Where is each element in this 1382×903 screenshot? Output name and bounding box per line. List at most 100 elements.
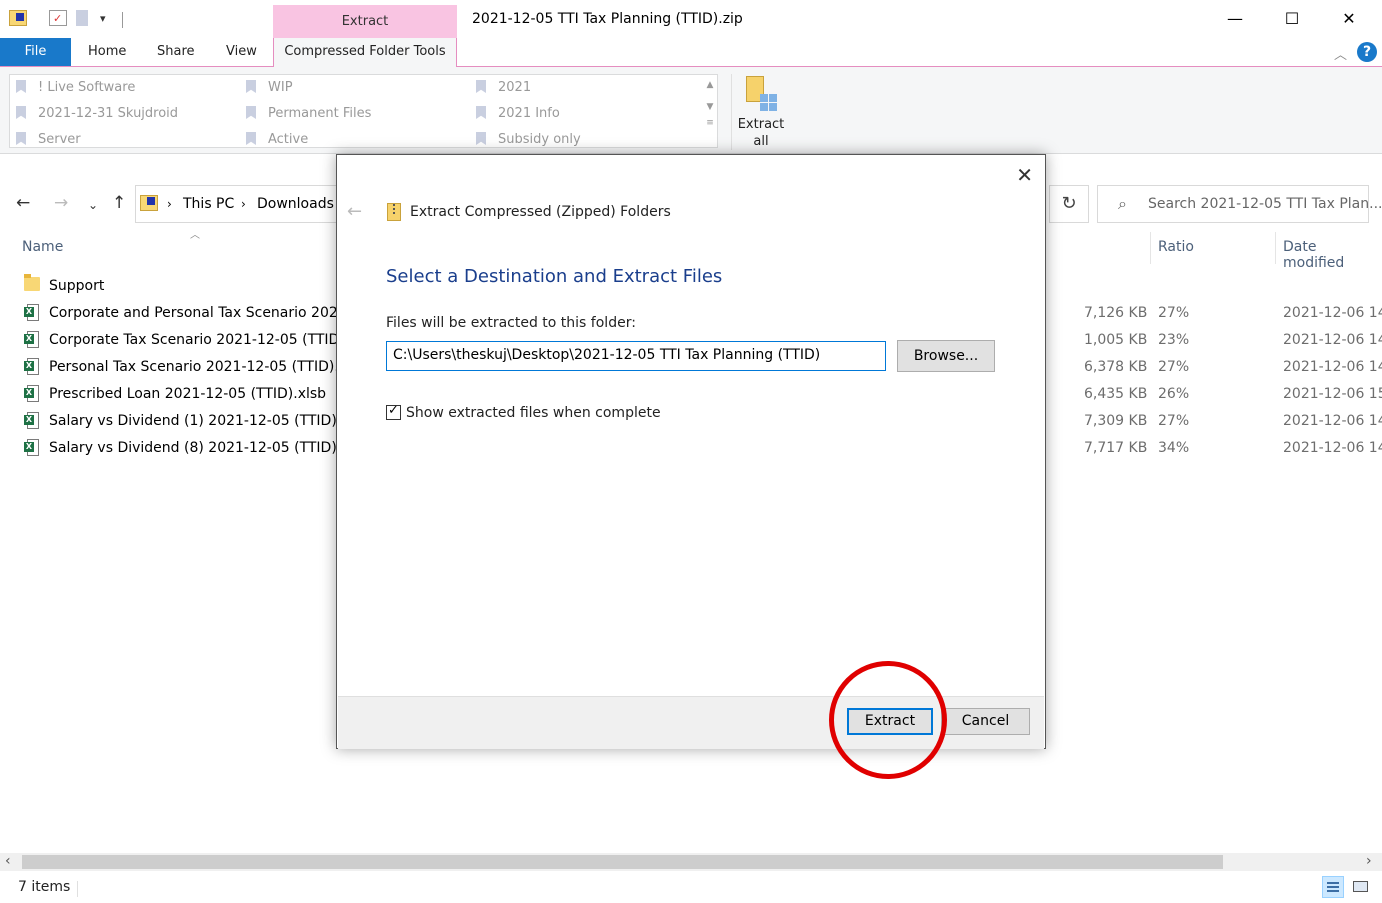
file-name: Support [49,278,105,294]
dialog-back-icon[interactable]: ← [347,201,362,222]
search-box[interactable]: ⌕ Search 2021-12-05 TTI Tax Plan... [1097,185,1382,223]
large-icons-view-icon[interactable] [1350,876,1372,898]
gallery-item[interactable]: Permanent Files [246,106,371,121]
extract-all-button[interactable]: Extract all [731,74,790,150]
recent-locations-icon[interactable]: ⌄ [88,198,98,212]
scroll-left-icon[interactable]: ‹ [5,853,11,869]
file-size: 6,435 KB [1084,386,1148,402]
app-icon[interactable] [9,10,27,26]
file-name: Corporate and Personal Tax Scenario 2021… [49,305,361,321]
file-size: 7,717 KB [1084,440,1148,456]
pin-icon [246,106,256,119]
file-ratio: 23% [1158,332,1190,348]
refresh-button[interactable]: ↻ [1049,185,1089,223]
horizontal-scrollbar[interactable]: ‹ › [0,853,1382,871]
pin-icon [476,106,486,119]
file-ratio: 27% [1158,305,1190,321]
details-view-icon[interactable] [1322,876,1344,898]
pin-icon [476,132,486,145]
file-ratio: 27% [1158,359,1190,375]
cancel-button[interactable]: Cancel [941,708,1030,735]
scrollbar-thumb[interactable] [22,855,1223,869]
show-files-checkbox[interactable] [386,403,401,420]
scroll-right-icon[interactable]: › [1366,853,1372,869]
scroll-up-icon[interactable]: ▲ [703,80,717,90]
folder-icon [24,274,40,291]
file-name: Corporate Tax Scenario 2021-12-05 (TTID)… [49,332,358,348]
file-name: Personal Tax Scenario 2021-12-05 (TTID).… [49,359,359,375]
dialog-close-icon[interactable]: ✕ [1016,163,1033,187]
gallery-item-label: 2021 Info [498,106,560,121]
gallery-item[interactable]: 2021 Info [476,106,560,121]
gallery-item[interactable]: 2021-12-31 Skujdroid [16,106,178,121]
column-header-ratio[interactable]: Ratio [1158,239,1194,255]
breadcrumb-this-pc[interactable]: This PC [183,196,234,212]
excel-file-icon [24,412,40,429]
minimize-button[interactable]: — [1212,4,1258,34]
zip-folder-icon [140,195,158,211]
file-size: 7,309 KB [1084,413,1148,429]
gallery-more-icon[interactable]: ≡ [703,118,717,128]
extract-all-icon [746,76,777,112]
excel-file-icon [24,331,40,348]
file-size: 6,378 KB [1084,359,1148,375]
address-bar[interactable]: › This PC › Downloads [135,185,355,223]
contextual-group-header: Extract [273,5,457,38]
tab-compressed-folder-tools[interactable]: Compressed Folder Tools [273,38,457,67]
gallery-item-label: Subsidy only [498,132,581,147]
pin-icon [246,80,256,93]
gallery-item[interactable]: WIP [246,80,293,95]
gallery-item-label: WIP [268,80,293,95]
column-header-date[interactable]: Date modified [1283,239,1382,271]
browse-button[interactable]: Browse... [897,340,995,372]
breadcrumb-downloads[interactable]: Downloads [257,196,334,212]
close-button[interactable]: ✕ [1326,4,1372,34]
destination-path-input[interactable]: C:\Users\theskuj\Desktop\2021-12-05 TTI … [386,341,886,371]
gallery-item-label: Server [38,132,81,147]
back-icon[interactable]: ← [16,193,30,213]
search-input[interactable]: Search 2021-12-05 TTI Tax Plan... [1148,196,1382,212]
file-name: Prescribed Loan 2021-12-05 (TTID).xlsb [49,386,327,402]
gallery-item-label: ! Live Software [38,80,136,95]
file-date: 2021-12-06 14: [1283,359,1382,375]
sort-indicator-icon: ︿ [190,230,200,241]
file-name: Salary vs Dividend (8) 2021-12-05 (TTID)… [49,440,361,456]
tab-file[interactable]: File [0,38,71,66]
up-icon[interactable]: ↑ [112,193,126,213]
column-separator [1275,232,1276,264]
show-files-checkbox-label[interactable]: Show extracted files when complete [406,405,661,421]
file-ratio: 26% [1158,386,1190,402]
customize-qat-icon[interactable]: ▾ [100,12,106,25]
dialog-heading: Select a Destination and Extract Files [386,266,723,287]
extract-dialog: ✕ ← Extract Compressed (Zipped) Folders … [336,154,1046,749]
annotation-circle [829,661,947,779]
gallery-item-label: 2021 [498,80,532,95]
forward-icon[interactable]: → [54,193,68,213]
gallery-scroll[interactable]: ▲ ▼ ≡ [703,75,717,147]
file-name: Salary vs Dividend (1) 2021-12-05 (TTID)… [49,413,361,429]
help-icon[interactable]: ? [1357,42,1377,62]
search-icon: ⌕ [1118,194,1127,213]
excel-file-icon [24,385,40,402]
gallery-item[interactable]: Active [246,132,308,147]
gallery-item[interactable]: Subsidy only [476,132,581,147]
maximize-button[interactable]: ☐ [1269,4,1315,34]
new-folder-icon[interactable] [76,10,88,26]
file-ratio: 34% [1158,440,1190,456]
scroll-down-icon[interactable]: ▼ [703,102,717,112]
properties-icon[interactable]: ✓ [49,10,67,26]
collapse-ribbon-icon[interactable]: ︿ [1334,44,1347,63]
tab-view[interactable]: View [226,38,257,66]
extract-all-label-1: Extract [737,117,785,132]
tab-share[interactable]: Share [157,38,195,66]
contextual-group-label: Extract [341,14,389,29]
tab-home[interactable]: Home [88,38,126,66]
gallery-item[interactable]: 2021 [476,80,531,95]
file-date: 2021-12-06 14: [1283,440,1382,456]
gallery-item[interactable]: ! Live Software [16,80,135,95]
pin-icon [16,106,26,119]
column-separator [1150,232,1151,264]
gallery-item-label: Permanent Files [268,106,372,121]
gallery-item[interactable]: Server [16,132,81,147]
column-header-name[interactable]: Name [22,239,63,255]
